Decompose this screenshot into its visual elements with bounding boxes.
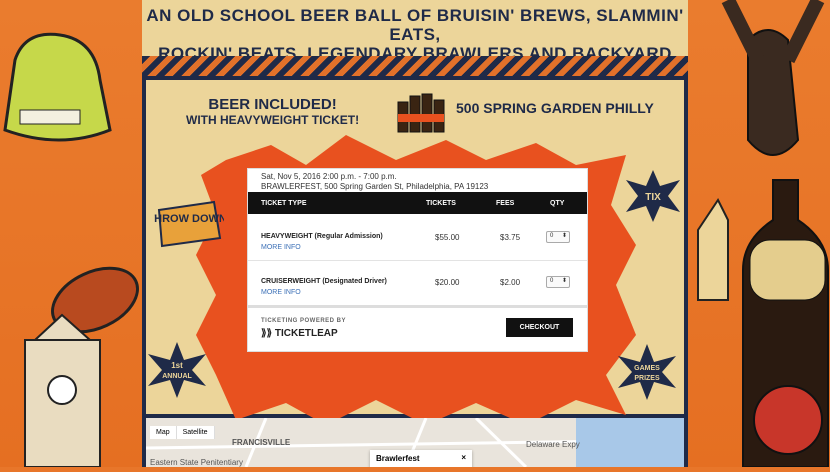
right-illustration [697, 0, 829, 468]
header-ticket-type: TICKET TYPE [261, 200, 307, 207]
first-annual-line-2: ANNUAL [162, 373, 192, 380]
ticket-widget: Sat, Nov 5, 2016 2:00 p.m. - 7:00 p.m. B… [247, 168, 588, 352]
venue-address-promo: 500 SPRING GARDEN PHILLY [456, 100, 654, 116]
right-decor-panel [688, 0, 830, 468]
ticketleap-logo[interactable]: ⟫⟫ TICKETLEAP [261, 328, 338, 339]
map-label-francisville: FRANCISVILLE [232, 438, 291, 447]
bottle-label-icon [749, 239, 826, 301]
ticket-section: BEER INCLUDED! WITH HEAVYWEIGHT TICKET! … [146, 80, 684, 425]
tagline-banner: AN OLD SCHOOL BEER BALL OF BRUISIN' BREW… [142, 0, 688, 82]
games-prizes-badge: GAMES PRIZES [618, 344, 676, 400]
ticket-fee: $3.75 [500, 233, 521, 242]
tagline-line-1: AN OLD SCHOOL BEER BALL OF BRUISIN' BREW… [146, 6, 684, 44]
ticket-name: HEAVYWEIGHT (Regular Admission) [261, 233, 383, 240]
beer-included-title: BEER INCLUDED! [208, 96, 337, 113]
checkout-button[interactable]: CHECKOUT [506, 318, 573, 337]
throw-down-text: THROW DOWN! [154, 213, 224, 225]
throw-down-badge: THROW DOWN! [154, 200, 224, 248]
ticket-name: CRUISERWEIGHT (Designated Driver) [261, 278, 387, 285]
main-column: AN OLD SCHOOL BEER BALL OF BRUISIN' BREW… [142, 0, 688, 467]
games-line-2: PRIZES [634, 375, 660, 382]
quantity-select[interactable]: 0 ⬍ [546, 276, 570, 288]
tix-badge: TIX [626, 170, 680, 222]
bell-label-icon [19, 109, 81, 125]
more-info-link[interactable]: MORE INFO [261, 244, 301, 251]
header-fees: FEES [496, 200, 515, 207]
event-datetime: Sat, Nov 5, 2016 2:00 p.m. - 7:00 p.m. [261, 172, 397, 181]
tix-text: TIX [645, 192, 661, 203]
more-info-link[interactable]: MORE INFO [261, 289, 301, 296]
stripe-divider [142, 56, 688, 76]
map-info-popup[interactable]: Brawlerfest × [370, 450, 472, 467]
map-view-button[interactable]: Map [150, 426, 177, 439]
header-tickets: TICKETS [426, 200, 456, 207]
header-qty: QTY [550, 200, 565, 207]
ticket-price: $55.00 [435, 233, 460, 242]
ticketleap-brand: TICKETLEAP [274, 328, 338, 339]
ticket-price: $20.00 [435, 278, 460, 287]
ticket-row-heavyweight: HEAVYWEIGHT (Regular Admission) MORE INF… [248, 216, 587, 261]
quantity-select[interactable]: 0 ⬍ [546, 231, 570, 243]
ticketleap-icon: ⟫⟫ [261, 328, 273, 339]
close-icon[interactable]: × [461, 453, 466, 462]
powered-by-label: TICKETING POWERED BY [261, 318, 347, 324]
select-arrows-icon: ⬍ [561, 278, 567, 284]
map-type-toggle: Map Satellite [150, 426, 215, 439]
event-info: Sat, Nov 5, 2016 2:00 p.m. - 7:00 p.m. B… [261, 172, 488, 192]
popup-title: Brawlerfest [376, 454, 420, 463]
quantity-value: 0 [550, 278, 554, 284]
ticket-footer: TICKETING POWERED BY ⟫⟫ TICKETLEAP CHECK… [248, 305, 587, 354]
left-decor-panel [0, 0, 142, 468]
map-label-penitentiary: Eastern State Penitentiary [150, 458, 243, 467]
left-illustration [3, 32, 139, 468]
first-annual-badge: 1st ANNUAL [148, 342, 206, 398]
venue-map[interactable]: Map Satellite FRANCISVILLE Eastern State… [146, 418, 684, 467]
ticket-row-cruiserweight: CRUISERWEIGHT (Designated Driver) MORE I… [248, 261, 587, 306]
satellite-view-button[interactable]: Satellite [177, 426, 215, 439]
skyscraper-icon [697, 198, 729, 301]
event-venue: BRAWLERFEST, 500 Spring Garden St, Phila… [261, 182, 489, 191]
quantity-value: 0 [550, 233, 554, 239]
beer-included-subtitle: WITH HEAVYWEIGHT TICKET! [186, 113, 360, 127]
first-annual-line-1: 1st [171, 361, 183, 370]
games-line-1: GAMES [634, 365, 660, 372]
beer-bottles-icon [397, 93, 445, 133]
select-arrows-icon: ⬍ [561, 233, 567, 239]
beer-included-promo: BEER INCLUDED! WITH HEAVYWEIGHT TICKET! [186, 96, 359, 127]
map-label-delaware: Delaware Expy [526, 440, 580, 449]
ticket-fee: $2.00 [500, 278, 521, 287]
ticket-table-header: TICKET TYPE TICKETS FEES QTY [248, 192, 587, 214]
